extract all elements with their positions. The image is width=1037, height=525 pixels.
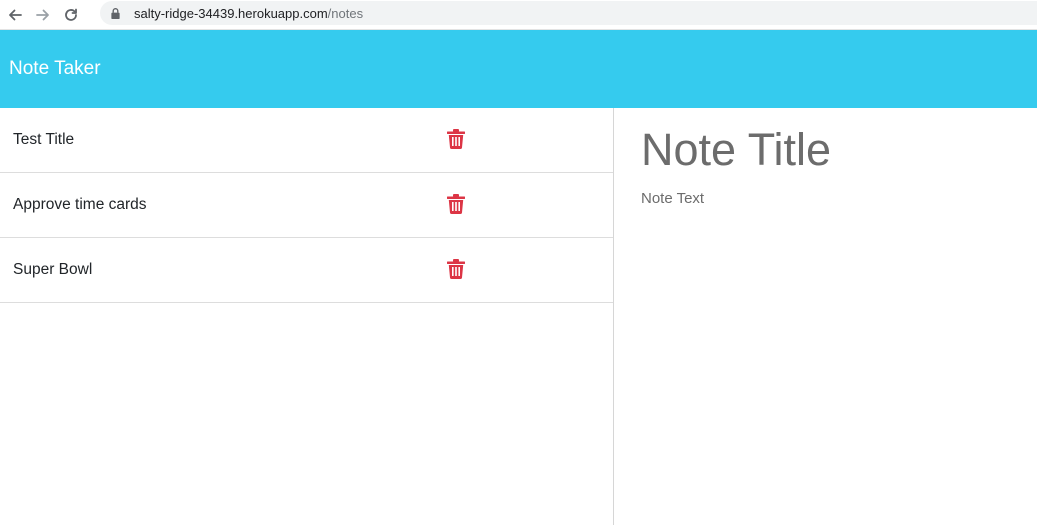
navbar: Note Taker xyxy=(0,30,1037,108)
note-text-input[interactable] xyxy=(641,190,1021,390)
arrow-left-icon xyxy=(9,9,22,20)
delete-note-button[interactable] xyxy=(447,194,465,214)
back-button[interactable] xyxy=(1,1,29,29)
main-container: Test Title Approve time cards Super Bowl… xyxy=(0,108,1037,525)
reload-button[interactable] xyxy=(57,1,85,29)
arrow-right-icon xyxy=(36,9,49,20)
note-item-title: Approve time cards xyxy=(13,196,147,213)
url-path: /notes xyxy=(327,5,364,21)
delete-note-button[interactable] xyxy=(447,259,465,279)
delete-note-button[interactable] xyxy=(447,129,465,149)
note-list-panel: Test Title Approve time cards Super Bowl xyxy=(0,108,614,525)
trash-icon xyxy=(447,129,465,149)
note-item-title: Test Title xyxy=(13,131,75,148)
forward-button[interactable] xyxy=(29,1,57,29)
address-bar[interactable]: salty-ridge-34439.herokuapp.com/notes xyxy=(100,1,1037,25)
brand-link[interactable]: Note Taker xyxy=(9,58,101,80)
lock-icon xyxy=(110,6,122,20)
note-list-item[interactable]: Super Bowl xyxy=(0,238,613,303)
note-item-title: Super Bowl xyxy=(13,261,93,278)
trash-icon xyxy=(447,194,465,214)
browser-toolbar: salty-ridge-34439.herokuapp.com/notes xyxy=(0,0,1037,30)
url-host: salty-ridge-34439.herokuapp.com xyxy=(134,5,328,21)
note-editor-panel xyxy=(614,108,1037,525)
note-list-item[interactable]: Approve time cards xyxy=(0,173,613,238)
reload-icon xyxy=(65,8,77,21)
note-title-input[interactable] xyxy=(641,124,1021,176)
note-list: Test Title Approve time cards Super Bowl xyxy=(0,108,613,303)
note-list-item[interactable]: Test Title xyxy=(0,108,613,173)
trash-icon xyxy=(447,259,465,279)
